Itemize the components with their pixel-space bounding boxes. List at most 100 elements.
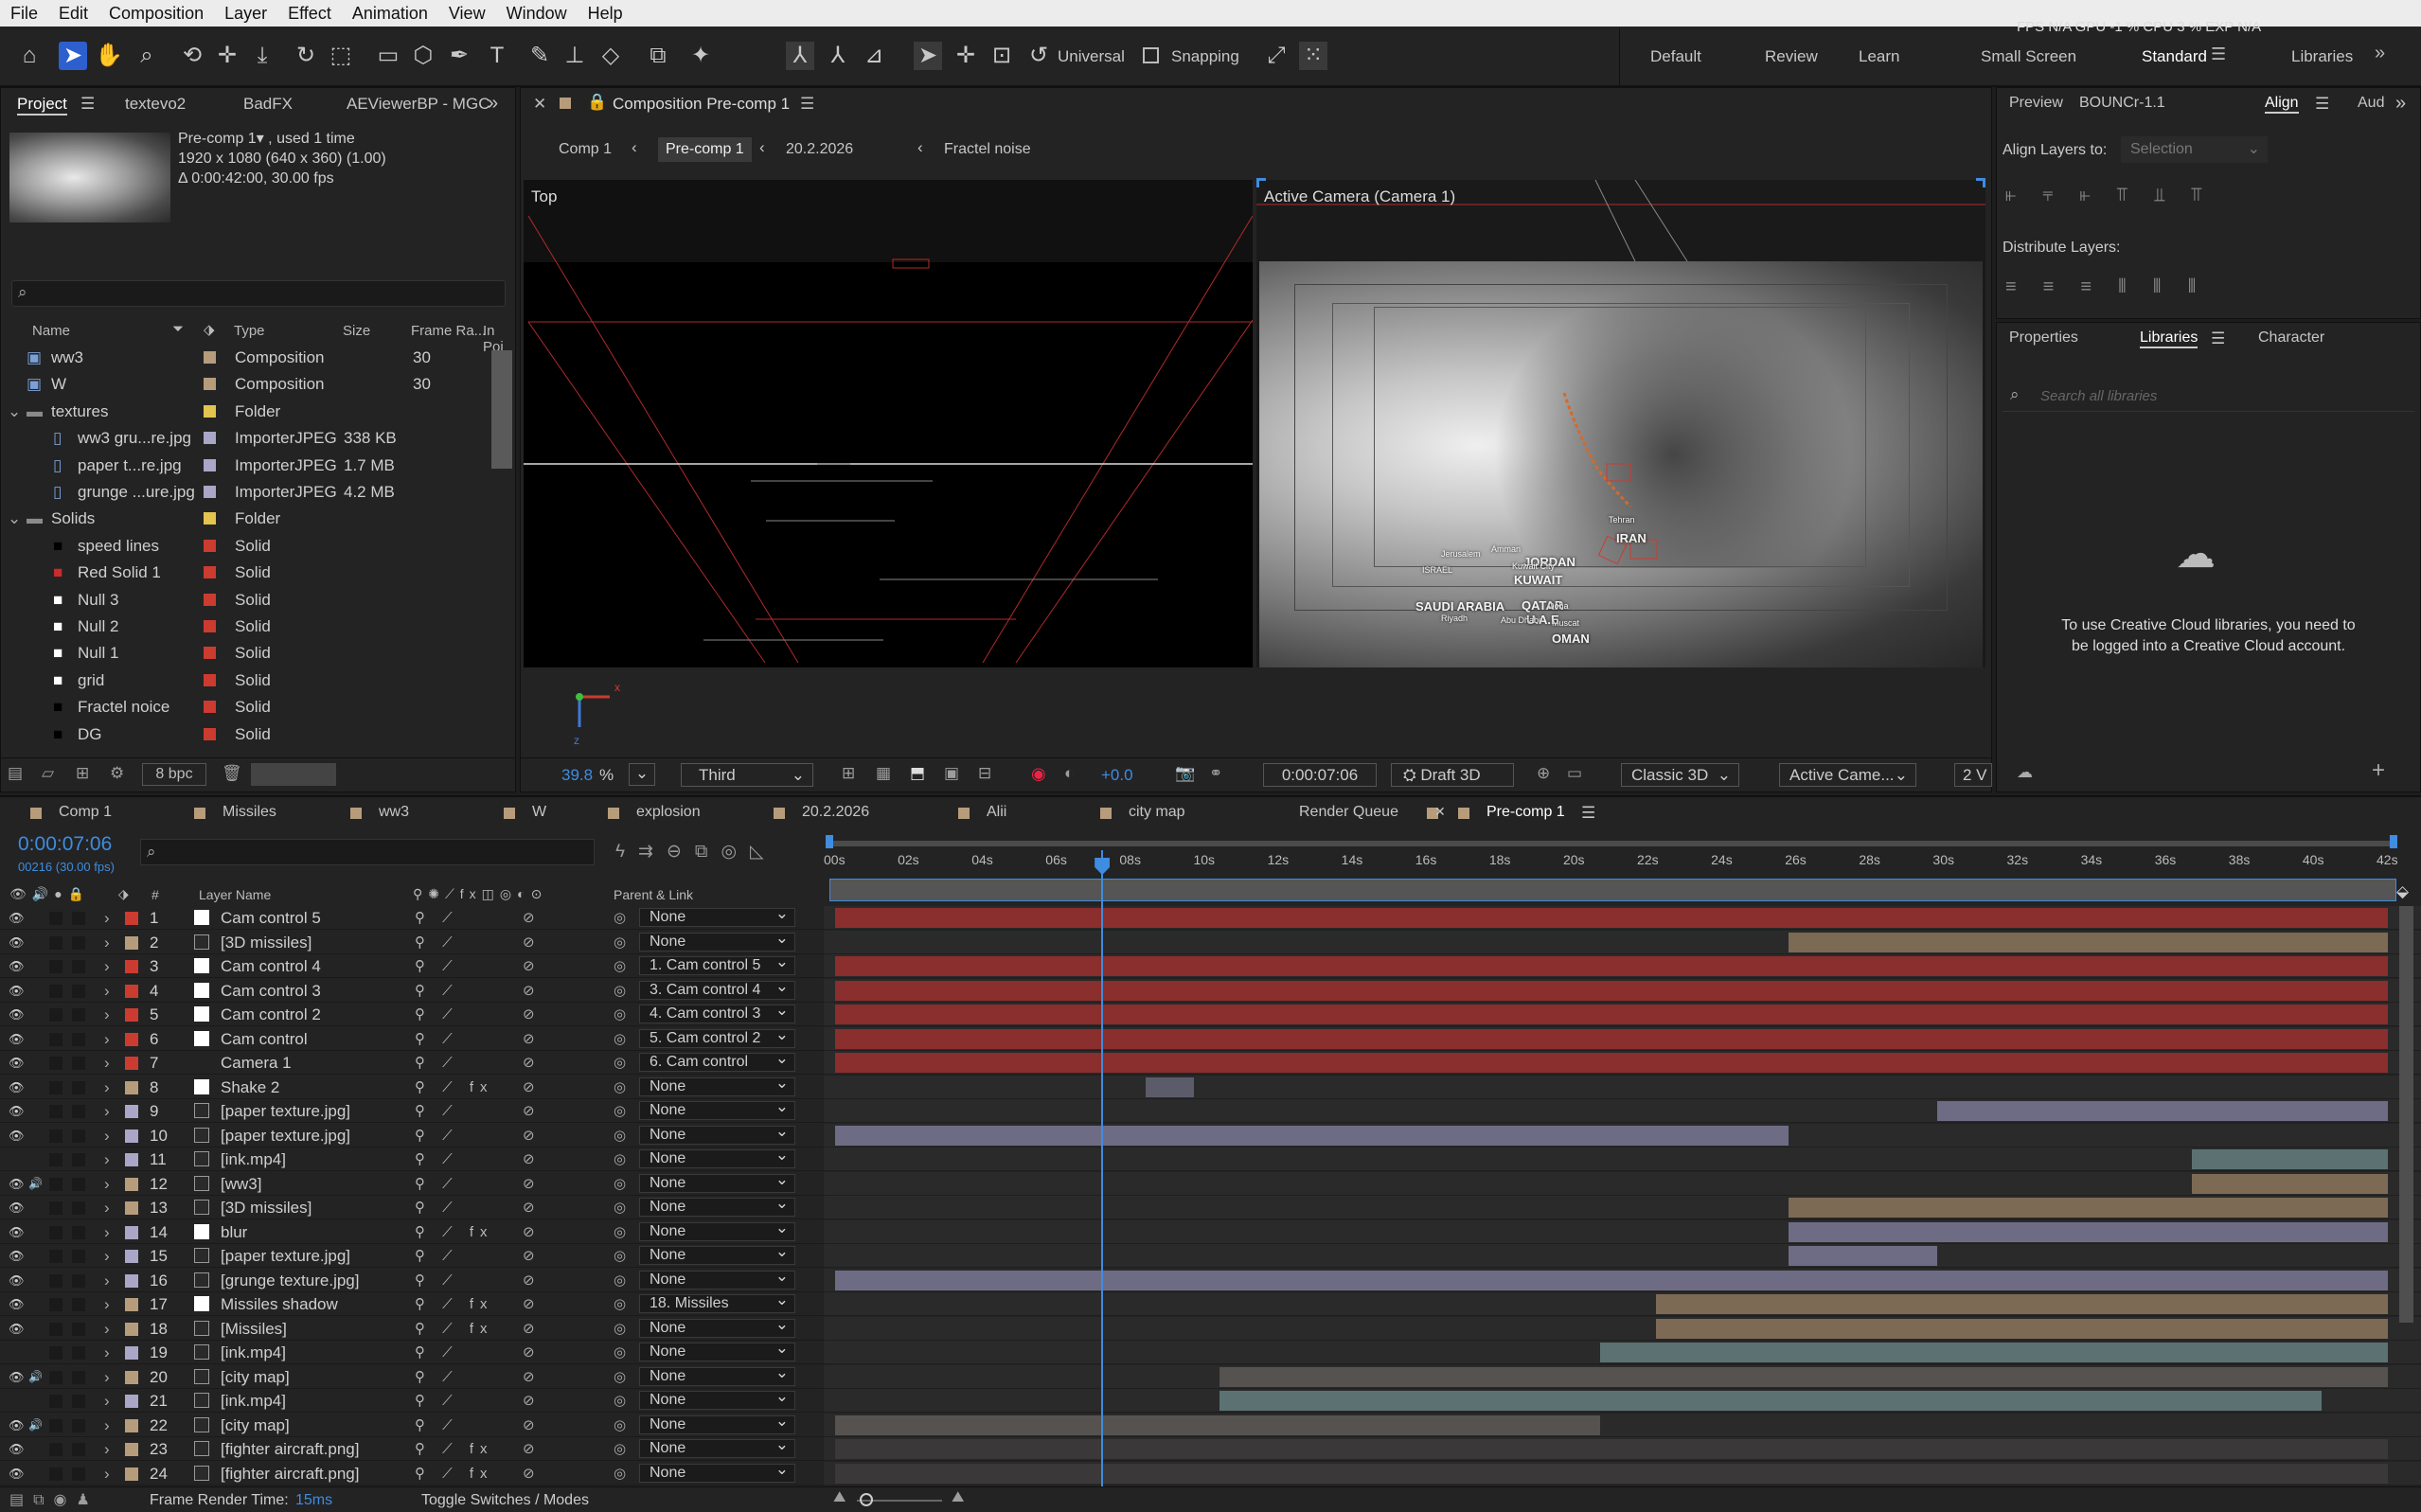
- pickwhip-icon[interactable]: ◎: [614, 1220, 626, 1244]
- layer-duration-bar[interactable]: [1600, 1343, 2388, 1362]
- pickwhip-icon[interactable]: ◎: [614, 1003, 626, 1026]
- col-name[interactable]: Name: [32, 323, 70, 339]
- layer-row[interactable]: 👁 › 14 blur ⚲ ⟋ fx ⊘ ◎ None: [0, 1219, 824, 1244]
- layer-name[interactable]: [Missiles]: [221, 1317, 287, 1341]
- layer-label-swatch[interactable]: [125, 912, 138, 925]
- align-buttons[interactable]: ⫦⫧⫦⫪⫫⫪: [2005, 185, 2229, 206]
- more-tabs-icon[interactable]: »: [2395, 93, 2406, 115]
- layer-row[interactable]: 👁 › 1 Cam control 5 ⚲ ⟋ ⊘ ◎ None: [0, 906, 824, 930]
- selection-tool-icon[interactable]: ➤: [59, 42, 87, 70]
- work-area-range[interactable]: [829, 879, 2396, 901]
- layer-duration-bar[interactable]: [1936, 1101, 2388, 1121]
- pickwhip-icon[interactable]: ◎: [614, 1341, 626, 1364]
- expand-arrow-icon[interactable]: ›: [104, 1196, 110, 1219]
- label-swatch[interactable]: [204, 647, 216, 660]
- layer-duration-bar[interactable]: [835, 908, 2388, 928]
- lock-box[interactable]: [72, 1370, 85, 1384]
- work-area-start[interactable]: [826, 835, 833, 848]
- tab-menu-icon[interactable]: ☰: [80, 95, 95, 114]
- solo-box[interactable]: [49, 1298, 62, 1311]
- comp-marker-icon[interactable]: ⬙: [2396, 882, 2413, 903]
- motion-blur-icon[interactable]: ⊘: [523, 1220, 535, 1244]
- breadcrumb-0[interactable]: Comp 1: [559, 141, 612, 158]
- library-search-input[interactable]: ⌕ Search all libraries: [2003, 379, 2414, 412]
- layer-label-swatch[interactable]: [125, 1322, 138, 1336]
- timeline-timecode[interactable]: 0:00:07:06: [18, 833, 112, 856]
- layer-label-swatch[interactable]: [125, 1177, 138, 1191]
- project-item[interactable]: ▣ W Composition 30: [0, 371, 492, 398]
- layer-label-swatch[interactable]: [125, 1153, 138, 1166]
- motion-blur-icon[interactable]: ⊘: [523, 979, 535, 1003]
- pickwhip-icon[interactable]: ◎: [614, 1124, 626, 1147]
- lock-box[interactable]: [72, 1153, 85, 1166]
- solo-box[interactable]: [49, 935, 62, 950]
- pickwhip-icon[interactable]: ◎: [614, 1389, 626, 1413]
- layer-name[interactable]: [grunge texture.jpg]: [221, 1269, 359, 1292]
- region-of-interest-icon[interactable]: ⊞: [842, 764, 855, 783]
- breadcrumb-3[interactable]: Fractel noise: [944, 141, 1031, 158]
- timeline-tab-7[interactable]: city map: [1129, 804, 1185, 821]
- rectangle-tool-icon[interactable]: ▭: [374, 42, 402, 70]
- lock-box[interactable]: [72, 1250, 85, 1263]
- universal-rotate-icon[interactable]: ↺: [1024, 42, 1053, 70]
- label-swatch[interactable]: [204, 378, 216, 391]
- expand-arrow-icon[interactable]: ›: [104, 979, 110, 1003]
- motion-blur-icon[interactable]: ⊘: [523, 1437, 535, 1461]
- solo-box[interactable]: [49, 1346, 62, 1360]
- layer-label-swatch[interactable]: [125, 935, 138, 950]
- visibility-eye-icon[interactable]: 👁: [9, 1196, 25, 1219]
- menu-animation[interactable]: Animation: [342, 4, 438, 24]
- pointer-icon[interactable]: ➤: [914, 42, 942, 70]
- layer-switches-icons[interactable]: ⚲ ⟋ fx: [415, 1220, 494, 1244]
- col-type[interactable]: Type: [234, 323, 265, 339]
- world-axis-icon[interactable]: ⅄: [824, 42, 852, 70]
- project-item[interactable]: ■ Red Solid 1 Solid: [0, 560, 492, 586]
- pickwhip-icon[interactable]: ◎: [614, 1462, 626, 1485]
- layer-switches-icons[interactable]: ⚲ ⟋: [415, 1389, 459, 1413]
- distribute-buttons[interactable]: ≡≡≡⦀⦀⦀: [2005, 276, 2222, 298]
- pickwhip-icon[interactable]: ◎: [614, 1172, 626, 1196]
- layer-name[interactable]: [fighter aircraft.png]: [221, 1437, 359, 1461]
- layer-row[interactable]: 👁 › 24 [fighter aircraft.png] ⚲ ⟋ fx ⊘ ◎ None: [0, 1461, 824, 1485]
- pickwhip-icon[interactable]: ◎: [614, 931, 626, 954]
- layer-switches-icons[interactable]: ⚲ ⟋ fx: [415, 1462, 494, 1485]
- workspace-menu-icon[interactable]: ☰: [2211, 44, 2226, 64]
- layer-duration-bar[interactable]: [835, 1270, 2388, 1290]
- draft-3d-button[interactable]: ⛭ Draft 3D: [1391, 763, 1514, 787]
- project-item[interactable]: ▯ grunge ...ure.jpg ImporterJPEG 4.2 MB: [0, 479, 492, 506]
- solo-box[interactable]: [49, 1129, 62, 1143]
- layer-row[interactable]: 👁 › 2 [3D missiles] ⚲ ⟋ ⊘ ◎ None: [0, 930, 824, 954]
- layer-switches-icons[interactable]: ⚲ ⟋: [415, 1196, 459, 1219]
- mask-visibility-icon[interactable]: ▣: [944, 764, 959, 783]
- label-swatch[interactable]: [204, 673, 216, 686]
- layer-label-swatch[interactable]: [125, 1008, 138, 1022]
- layer-duration-bar[interactable]: [835, 1005, 2388, 1024]
- bit-depth-button[interactable]: 8 bpc: [142, 763, 206, 786]
- label-swatch[interactable]: [204, 701, 216, 714]
- parent-link-header[interactable]: Parent & Link: [614, 887, 693, 902]
- layer-row[interactable]: 👁 › 13 [3D missiles] ⚲ ⟋ ⊘ ◎ None: [0, 1195, 824, 1219]
- 3d-shape-icon[interactable]: ⬡: [409, 42, 437, 70]
- expand-arrow-icon[interactable]: ›: [104, 1003, 110, 1026]
- pickwhip-icon[interactable]: ◎: [614, 1269, 626, 1292]
- label-swatch[interactable]: [204, 620, 216, 632]
- close-tab-icon[interactable]: ✕: [533, 95, 546, 114]
- project-scrollbar[interactable]: [491, 350, 512, 469]
- zoom-tool-icon[interactable]: ⌕: [133, 42, 161, 70]
- timeline-tab-5[interactable]: 20.2.2026: [802, 804, 869, 821]
- layer-name[interactable]: [fighter aircraft.png]: [221, 1462, 359, 1485]
- project-item[interactable]: ⌄ ▬ Solids Folder: [0, 506, 492, 532]
- project-tab-1[interactable]: textevo2: [125, 95, 186, 114]
- expand-arrow-icon[interactable]: ›: [104, 954, 110, 978]
- parent-select[interactable]: None: [639, 1147, 795, 1168]
- motion-blur-icon[interactable]: ⊘: [523, 1462, 535, 1485]
- lock-box[interactable]: [72, 1273, 85, 1288]
- layer-switches-icons[interactable]: ⚲ ⟋: [415, 906, 459, 930]
- layer-switches-icons[interactable]: ⚲ ⟋: [415, 1341, 459, 1364]
- align-to-select[interactable]: Selection ⌄: [2121, 136, 2268, 163]
- visibility-eye-icon[interactable]: 👁: [9, 979, 25, 1003]
- solo-box[interactable]: [49, 1008, 62, 1022]
- transparency-grid-icon[interactable]: ▦: [876, 764, 891, 783]
- motion-blur-icon[interactable]: ⊘: [523, 1292, 535, 1316]
- layer-name[interactable]: Shake 2: [221, 1076, 279, 1099]
